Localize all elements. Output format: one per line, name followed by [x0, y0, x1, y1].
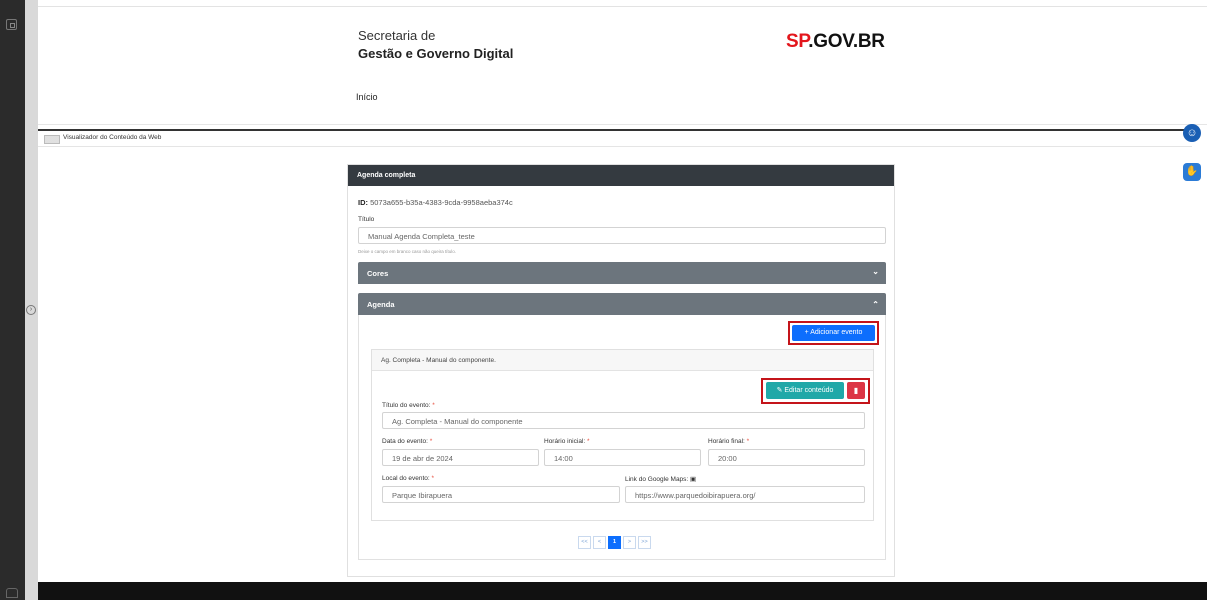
trash-icon: ▮ — [853, 386, 859, 395]
brand-line-2: Gestão e Governo Digital — [358, 46, 514, 61]
event-end-input[interactable]: 20:00 — [708, 449, 865, 466]
gov-logo-text: .GOV.BR — [808, 31, 885, 52]
drag-handle-icon[interactable] — [44, 135, 60, 144]
sp-logo-mark: SP — [786, 31, 809, 52]
page-current-button[interactable]: 1 — [608, 536, 621, 549]
add-event-button[interactable]: + Adicionar evento — [792, 325, 875, 341]
maps-link-input[interactable]: https://www.parquedoibirapuera.org/ — [625, 486, 865, 503]
event-location-label: Local do evento: * — [382, 475, 434, 482]
page-last-button[interactable]: >> — [638, 536, 651, 549]
accordion-cores[interactable]: Cores ⌄ — [358, 262, 886, 284]
id-label: ID: — [358, 198, 368, 207]
header-divider — [38, 124, 1207, 125]
event-location-input[interactable]: Parque Ibirapuera — [382, 486, 620, 503]
delete-event-button[interactable]: ▮ — [847, 382, 865, 399]
page-prev-button[interactable]: < — [593, 536, 606, 549]
pagination: << < 1 > >> — [578, 536, 653, 549]
expand-panel-icon[interactable]: › — [26, 305, 36, 315]
event-location-label-text: Local do evento: — [382, 475, 430, 482]
brand-line-1: Secretaria de — [358, 28, 436, 43]
panel-toggle-icon[interactable] — [6, 19, 17, 30]
required-mark: * — [587, 438, 590, 445]
sp-gov-logo[interactable]: SP.GOV.BR — [786, 31, 885, 53]
nav-home-link[interactable]: Início — [356, 92, 378, 102]
chevron-down-icon: ⌄ — [872, 267, 879, 276]
required-mark: * — [746, 438, 750, 445]
page-first-button[interactable]: << — [578, 536, 591, 549]
title-hint: Deixe o campo em branco caso não queira … — [358, 249, 457, 254]
event-end-label-text: Horário final: — [708, 438, 745, 445]
required-mark: * — [432, 402, 435, 409]
title-input[interactable]: Manual Agenda Completa_teste — [358, 227, 886, 244]
event-title-input[interactable]: Ag. Completa - Manual do componente — [382, 412, 865, 429]
event-header[interactable]: Ag. Completa - Manual do componente. — [372, 350, 873, 371]
event-title-label: Título do evento: * — [382, 402, 435, 409]
maps-link-label-text: Link do Google Maps: — [625, 476, 689, 483]
title-field-label: Título — [358, 216, 375, 223]
required-mark: * — [431, 475, 435, 482]
event-date-input[interactable]: 19 de abr de 2024 — [382, 449, 539, 466]
event-end-label: Horário final: * — [708, 438, 749, 445]
event-item: Ag. Completa - Manual do componente. ✎ E… — [371, 349, 874, 521]
event-start-label-text: Horário inicial: — [544, 438, 586, 445]
agenda-card: Agenda completa ID: 5073a655-b35a-4383-9… — [347, 164, 895, 577]
page-next-button[interactable]: > — [623, 536, 636, 549]
id-value: 5073a655-b35a-4383-9cda-9958aeba374c — [370, 198, 513, 207]
event-title-label-text: Título do evento: — [382, 402, 431, 409]
libras-hands-icon[interactable]: ✋ — [1183, 163, 1201, 181]
edit-content-label: Editar conteúdo — [784, 387, 834, 394]
event-date-label-text: Data do evento: — [382, 438, 428, 445]
maps-link-label: Link do Google Maps: ▣ — [625, 475, 696, 483]
viewer-title: Visualizador do Conteúdo da Web — [63, 134, 162, 141]
chevron-up-icon: ⌃ — [872, 300, 879, 309]
accordion-agenda[interactable]: Agenda ⌃ — [358, 293, 886, 315]
top-divider — [38, 6, 1207, 7]
card-title: Agenda completa — [348, 165, 894, 186]
rail-panel — [25, 0, 38, 600]
event-start-label: Horário inicial: * — [544, 438, 590, 445]
brand-block[interactable]: Secretaria de Gestão e Governo Digital — [358, 28, 513, 61]
accordion-cores-label: Cores — [367, 269, 389, 278]
footer-bar — [38, 582, 1207, 600]
agenda-body: + Adicionar evento Ag. Completa - Manual… — [358, 315, 886, 560]
event-start-input[interactable]: 14:00 — [544, 449, 701, 466]
id-line: ID: 5073a655-b35a-4383-9cda-9958aeba374c — [358, 198, 513, 207]
accessibility-icon[interactable]: ☺ — [1183, 124, 1201, 142]
clipboard-icon[interactable]: ▣ — [690, 476, 696, 483]
rail-bottom-icon[interactable] — [6, 588, 18, 598]
accordion-agenda-label: Agenda — [367, 300, 395, 309]
edit-content-button[interactable]: ✎ Editar conteúdo — [766, 382, 844, 399]
web-content-viewer-bar: Visualizador do Conteúdo da Web — [38, 129, 1192, 147]
event-date-label: Data do evento: * — [382, 438, 432, 445]
required-mark: * — [429, 438, 433, 445]
